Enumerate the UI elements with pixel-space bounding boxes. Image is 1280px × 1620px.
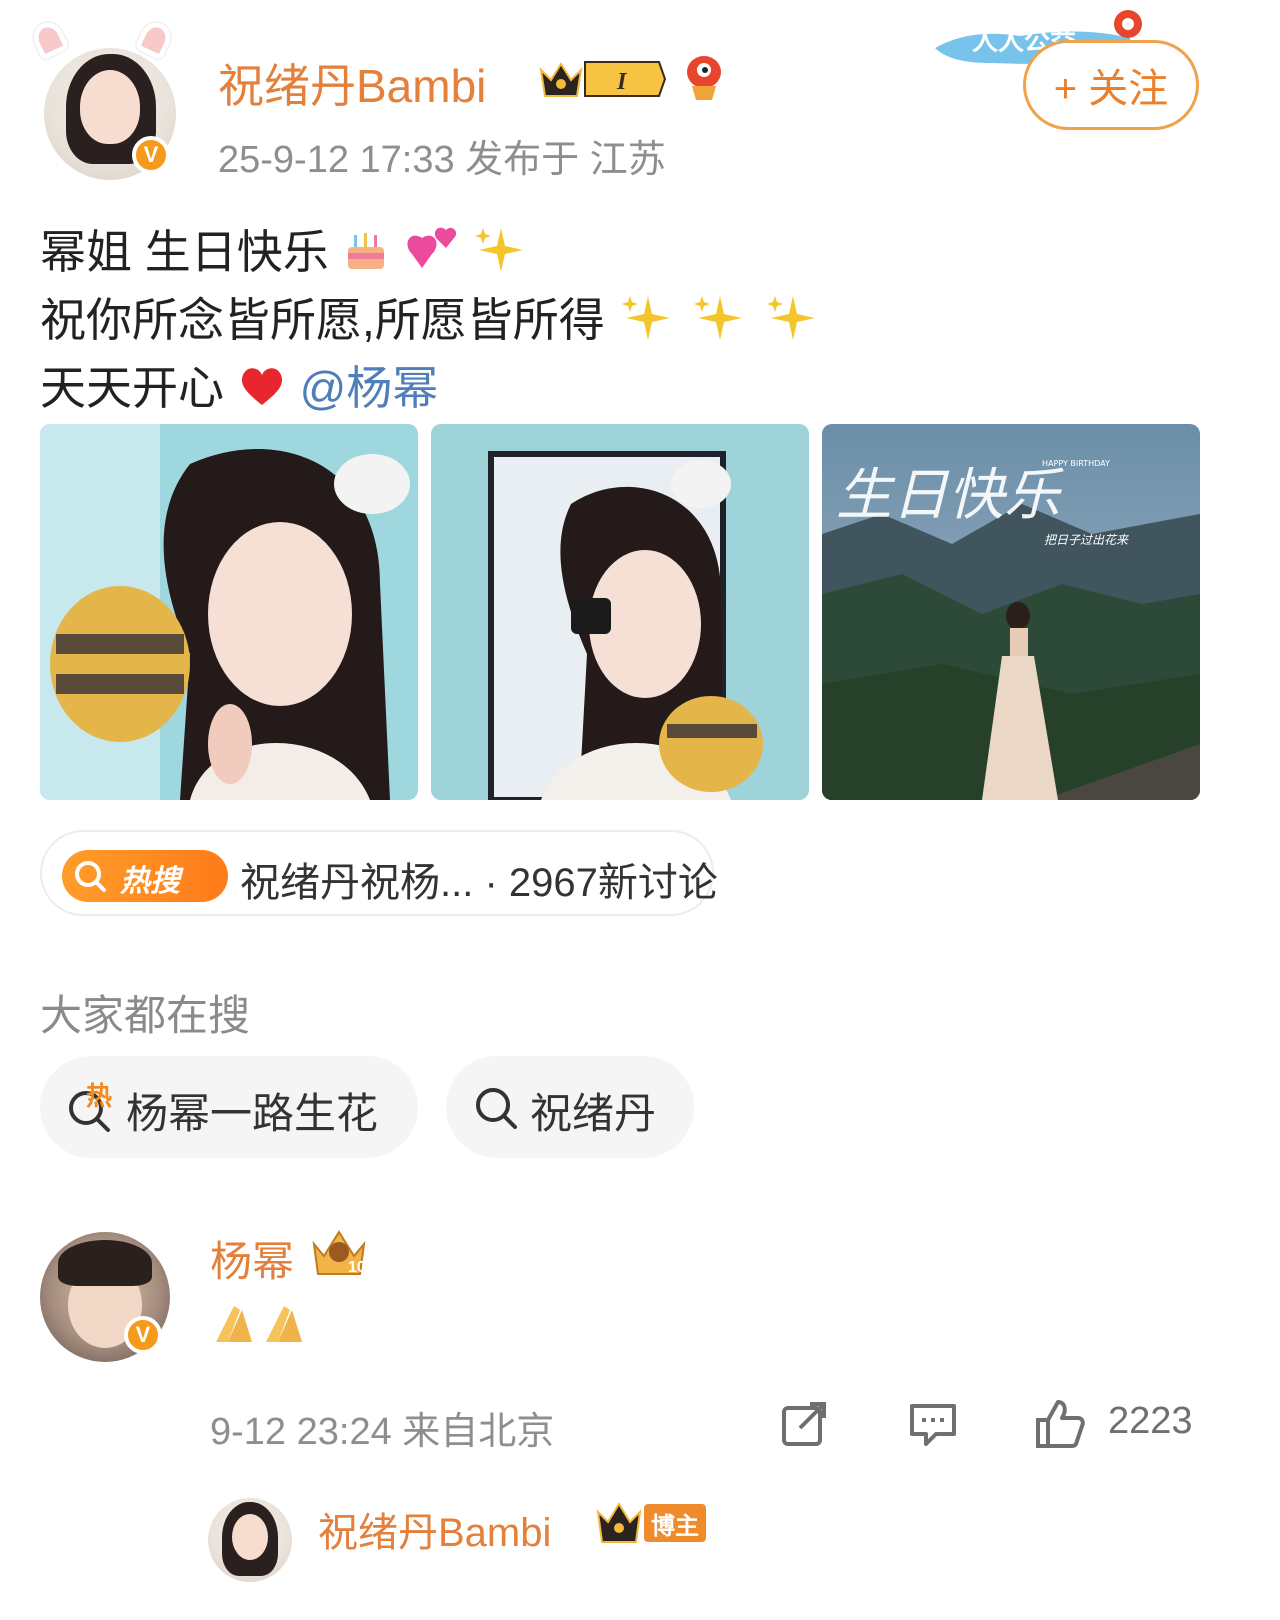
membership-badge-icon[interactable]: I [537, 56, 667, 102]
hot-mark: 热 [86, 1081, 113, 1111]
hot-search-text: 祝绪丹祝杨... · 2967新讨论 [240, 861, 718, 905]
photo-overlay-en: HAPPY BIRTHDAY [1042, 459, 1110, 468]
sparkles-icon [471, 224, 531, 287]
sparkles-icon [618, 292, 678, 355]
like-icon[interactable] [1032, 1396, 1088, 1456]
post-line-3: 天天开心 @杨幂 [40, 352, 438, 420]
mascot-icon [682, 52, 726, 102]
search-icon [476, 1088, 517, 1129]
post-image-2[interactable] [431, 424, 809, 800]
host-badge: 博主 [644, 1504, 706, 1542]
post-image-1[interactable] [40, 424, 418, 800]
follow-button[interactable]: + 关注 [1023, 40, 1199, 130]
comment-icon[interactable] [906, 1398, 960, 1454]
author-name[interactable]: 祝绪丹Bambi [218, 50, 486, 116]
hot-badge: 热搜 [62, 850, 228, 902]
palms-together-icon [216, 1306, 302, 1342]
trending-item-2[interactable]: 祝绪丹 [446, 1056, 694, 1158]
verified-icon: V [132, 136, 170, 174]
trending-title: 大家都在搜 [40, 992, 251, 1039]
reply-meta: 9-12 23:24 来自北京 [210, 1411, 555, 1453]
post-line-1: 幂姐 生日快乐 [40, 216, 531, 287]
reply-level: 10 [348, 1259, 366, 1276]
post-image-3[interactable]: 生日快乐 HAPPY BIRTHDAY 把日子过出花来 [822, 424, 1200, 800]
share-icon[interactable] [778, 1398, 830, 1454]
level-text: I [616, 69, 628, 95]
sparkles-icon [690, 292, 750, 355]
search-icon [75, 861, 106, 892]
red-heart-icon [237, 363, 287, 420]
trending-label-1: 杨幂一路生花 [126, 1090, 379, 1137]
like-count: 2223 [1108, 1400, 1193, 1442]
reply-verified-icon: V [124, 1316, 162, 1354]
trending-item-1[interactable]: 热 杨幂一路生花 [40, 1056, 418, 1158]
reply-author[interactable]: 杨幂 [210, 1228, 294, 1289]
sub-reply-author[interactable]: 祝绪丹Bambi [318, 1500, 551, 1558]
mention-link[interactable]: @杨幂 [300, 362, 439, 414]
hot-search-chip[interactable]: 热搜 祝绪丹祝杨... · 2967新讨论 [40, 830, 718, 916]
two-hearts-icon [402, 224, 458, 287]
photo-overlay-cn: 把日子过出花来 [1044, 533, 1129, 547]
level-crown-icon: 10 [308, 1226, 370, 1278]
reply-content [210, 1300, 310, 1352]
sub-reply-avatar[interactable] [208, 1498, 292, 1582]
cake-icon [342, 227, 390, 284]
crown-icon [594, 1500, 644, 1546]
post-line-2: 祝你所念皆所愿,所愿皆所得 [40, 284, 823, 355]
photo-overlay-text: 生日快乐 [836, 463, 1064, 528]
trending-label-2: 祝绪丹 [530, 1090, 657, 1137]
post-meta: 25-9-12 17:33 发布于 江苏 [218, 139, 666, 181]
sparkles-icon [763, 292, 823, 355]
